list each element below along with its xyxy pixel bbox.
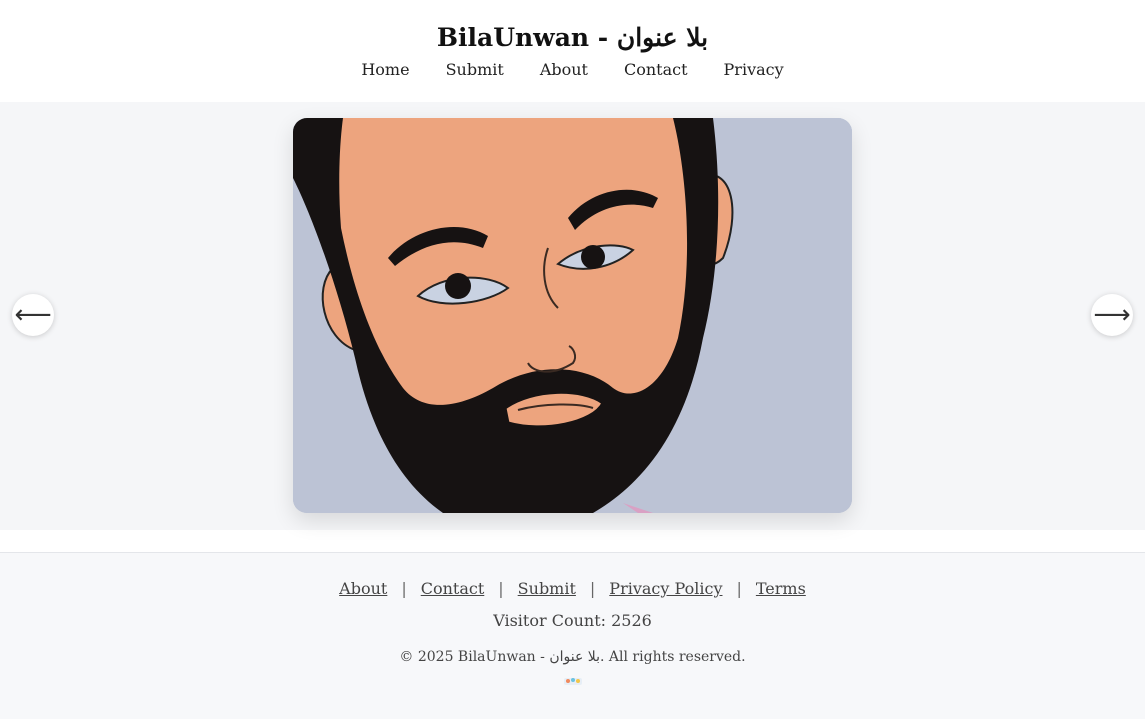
image-slider: ⟵ ⟶ bbox=[0, 102, 1145, 530]
nav-contact[interactable]: Contact bbox=[624, 60, 688, 79]
site-header: BilaUnwan - بلا عنوان Home Submit About … bbox=[0, 0, 1145, 102]
face-drawing-image bbox=[293, 118, 852, 513]
footer-link-terms[interactable]: Terms bbox=[756, 579, 806, 598]
nav-privacy[interactable]: Privacy bbox=[724, 60, 784, 79]
footer-link-submit[interactable]: Submit bbox=[518, 579, 576, 598]
footer-separator: | bbox=[401, 579, 407, 598]
footer-link-privacy-policy[interactable]: Privacy Policy bbox=[609, 579, 722, 598]
footer-link-about[interactable]: About bbox=[339, 579, 387, 598]
site-title[interactable]: BilaUnwan - بلا عنوان bbox=[0, 0, 1145, 54]
slide-image[interactable] bbox=[293, 118, 852, 513]
site-footer: About | Contact | Submit | Privacy Polic… bbox=[0, 553, 1145, 719]
nav-submit[interactable]: Submit bbox=[446, 60, 504, 79]
footer-separator: | bbox=[498, 579, 504, 598]
prev-slide-button[interactable]: ⟵ bbox=[12, 294, 54, 336]
nav-about[interactable]: About bbox=[540, 60, 588, 79]
nav-home[interactable]: Home bbox=[361, 60, 409, 79]
footer-link-contact[interactable]: Contact bbox=[421, 579, 485, 598]
visitor-count: Visitor Count: 2526 bbox=[493, 611, 652, 630]
footer-links: About | Contact | Submit | Privacy Polic… bbox=[0, 553, 1145, 598]
copyright-text: © 2025 BilaUnwan - بلا عنوان. All rights… bbox=[399, 649, 746, 665]
hit-counter-badge-icon bbox=[563, 678, 582, 685]
section-divider bbox=[0, 530, 1145, 553]
footer-separator: | bbox=[736, 579, 742, 598]
next-slide-button[interactable]: ⟶ bbox=[1091, 294, 1133, 336]
footer-separator: | bbox=[589, 579, 596, 598]
arrow-right-icon: ⟶ bbox=[1093, 300, 1131, 330]
main-nav: Home Submit About Contact Privacy bbox=[0, 60, 1145, 79]
arrow-left-icon: ⟵ bbox=[14, 300, 52, 330]
